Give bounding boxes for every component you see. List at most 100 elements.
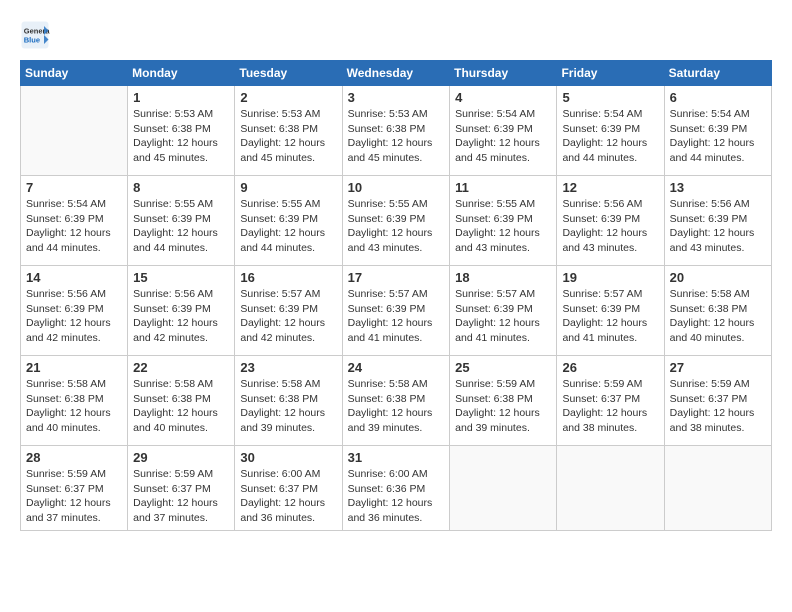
day-number: 12 — [562, 180, 658, 195]
day-info: Sunrise: 5:53 AMSunset: 6:38 PMDaylight:… — [348, 107, 445, 166]
day-info: Sunrise: 5:54 AMSunset: 6:39 PMDaylight:… — [455, 107, 551, 166]
calendar-cell: 13 Sunrise: 5:56 AMSunset: 6:39 PMDayligh… — [664, 176, 771, 266]
day-info: Sunrise: 5:59 AMSunset: 6:37 PMDaylight:… — [670, 377, 766, 436]
day-number: 26 — [562, 360, 658, 375]
calendar-dow-thursday: Thursday — [450, 61, 557, 86]
day-info: Sunrise: 5:58 AMSunset: 6:38 PMDaylight:… — [26, 377, 122, 436]
day-number: 19 — [562, 270, 658, 285]
day-number: 28 — [26, 450, 122, 465]
calendar-cell: 18 Sunrise: 5:57 AMSunset: 6:39 PMDayligh… — [450, 266, 557, 356]
day-number: 9 — [240, 180, 336, 195]
calendar-cell: 22 Sunrise: 5:58 AMSunset: 6:38 PMDayligh… — [128, 356, 235, 446]
calendar-cell: 30 Sunrise: 6:00 AMSunset: 6:37 PMDayligh… — [235, 446, 342, 531]
calendar-cell: 21 Sunrise: 5:58 AMSunset: 6:38 PMDayligh… — [21, 356, 128, 446]
calendar-week-row-1: 1 Sunrise: 5:53 AMSunset: 6:38 PMDaylight… — [21, 86, 772, 176]
day-number: 25 — [455, 360, 551, 375]
day-info: Sunrise: 5:58 AMSunset: 6:38 PMDaylight:… — [348, 377, 445, 436]
day-info: Sunrise: 5:54 AMSunset: 6:39 PMDaylight:… — [26, 197, 122, 256]
day-number: 23 — [240, 360, 336, 375]
day-info: Sunrise: 5:59 AMSunset: 6:37 PMDaylight:… — [26, 467, 122, 526]
day-number: 8 — [133, 180, 229, 195]
calendar-cell: 23 Sunrise: 5:58 AMSunset: 6:38 PMDayligh… — [235, 356, 342, 446]
calendar-cell: 20Sunrise: 5:58 AMSunset: 6:38 PMDayligh… — [664, 266, 771, 356]
day-info: Sunrise: 5:57 AMSunset: 6:39 PMDaylight:… — [240, 287, 336, 346]
calendar-cell: 12 Sunrise: 5:56 AMSunset: 6:39 PMDayligh… — [557, 176, 664, 266]
calendar-dow-wednesday: Wednesday — [342, 61, 450, 86]
day-number: 16 — [240, 270, 336, 285]
day-number: 10 — [348, 180, 445, 195]
day-info: Sunrise: 5:54 AMSunset: 6:39 PMDaylight:… — [562, 107, 658, 166]
day-number: 2 — [240, 90, 336, 105]
calendar-cell: 6Sunrise: 5:54 AMSunset: 6:39 PMDaylight… — [664, 86, 771, 176]
day-number: 14 — [26, 270, 122, 285]
day-number: 6 — [670, 90, 766, 105]
day-number: 24 — [348, 360, 445, 375]
day-info: Sunrise: 5:56 AMSunset: 6:39 PMDaylight:… — [670, 197, 766, 256]
calendar-cell: 25 Sunrise: 5:59 AMSunset: 6:38 PMDayligh… — [450, 356, 557, 446]
calendar-cell: 17 Sunrise: 5:57 AMSunset: 6:39 PMDayligh… — [342, 266, 450, 356]
calendar-cell: 9 Sunrise: 5:55 AMSunset: 6:39 PMDaylight… — [235, 176, 342, 266]
calendar-cell: 19 Sunrise: 5:57 AMSunset: 6:39 PMDayligh… — [557, 266, 664, 356]
day-info: Sunrise: 5:57 AMSunset: 6:39 PMDaylight:… — [562, 287, 658, 346]
page-header: General Blue — [20, 20, 772, 50]
day-number: 1 — [133, 90, 229, 105]
day-number: 3 — [348, 90, 445, 105]
day-number: 5 — [562, 90, 658, 105]
calendar-cell — [21, 86, 128, 176]
day-info: Sunrise: 5:59 AMSunset: 6:38 PMDaylight:… — [455, 377, 551, 436]
day-number: 22 — [133, 360, 229, 375]
calendar-cell: 5 Sunrise: 5:54 AMSunset: 6:39 PMDaylight… — [557, 86, 664, 176]
day-number: 18 — [455, 270, 551, 285]
calendar-cell: 16 Sunrise: 5:57 AMSunset: 6:39 PMDayligh… — [235, 266, 342, 356]
day-info: Sunrise: 6:00 AMSunset: 6:36 PMDaylight:… — [348, 467, 445, 526]
calendar-cell: 31 Sunrise: 6:00 AMSunset: 6:36 PMDayligh… — [342, 446, 450, 531]
day-info: Sunrise: 5:57 AMSunset: 6:39 PMDaylight:… — [348, 287, 445, 346]
day-info: Sunrise: 5:59 AMSunset: 6:37 PMDaylight:… — [562, 377, 658, 436]
day-number: 7 — [26, 180, 122, 195]
day-info: Sunrise: 6:00 AMSunset: 6:37 PMDaylight:… — [240, 467, 336, 526]
day-number: 29 — [133, 450, 229, 465]
day-number: 30 — [240, 450, 336, 465]
day-info: Sunrise: 5:55 AMSunset: 6:39 PMDaylight:… — [455, 197, 551, 256]
day-info: Sunrise: 5:53 AMSunset: 6:38 PMDaylight:… — [240, 107, 336, 166]
calendar-cell: 27 Sunrise: 5:59 AMSunset: 6:37 PMDayligh… — [664, 356, 771, 446]
day-number: 4 — [455, 90, 551, 105]
calendar-dow-saturday: Saturday — [664, 61, 771, 86]
calendar-header-row: SundayMondayTuesdayWednesdayThursdayFrid… — [21, 61, 772, 86]
calendar-cell — [557, 446, 664, 531]
calendar-cell: 11 Sunrise: 5:55 AMSunset: 6:39 PMDayligh… — [450, 176, 557, 266]
day-info: Sunrise: 5:55 AMSunset: 6:39 PMDaylight:… — [348, 197, 445, 256]
day-number: 27 — [670, 360, 766, 375]
logo: General Blue — [20, 20, 54, 50]
svg-text:Blue: Blue — [24, 36, 40, 45]
calendar-week-row-4: 21 Sunrise: 5:58 AMSunset: 6:38 PMDayligh… — [21, 356, 772, 446]
calendar-dow-friday: Friday — [557, 61, 664, 86]
day-number: 31 — [348, 450, 445, 465]
calendar-dow-tuesday: Tuesday — [235, 61, 342, 86]
day-number: 21 — [26, 360, 122, 375]
calendar-cell: 15Sunrise: 5:56 AMSunset: 6:39 PMDayligh… — [128, 266, 235, 356]
calendar-cell: 1Sunrise: 5:53 AMSunset: 6:38 PMDaylight… — [128, 86, 235, 176]
day-info: Sunrise: 5:58 AMSunset: 6:38 PMDaylight:… — [133, 377, 229, 436]
day-number: 13 — [670, 180, 766, 195]
calendar-cell: 24 Sunrise: 5:58 AMSunset: 6:38 PMDayligh… — [342, 356, 450, 446]
calendar-cell: 3 Sunrise: 5:53 AMSunset: 6:38 PMDaylight… — [342, 86, 450, 176]
calendar-dow-sunday: Sunday — [21, 61, 128, 86]
calendar-cell: 8 Sunrise: 5:55 AMSunset: 6:39 PMDaylight… — [128, 176, 235, 266]
calendar-cell: 7 Sunrise: 5:54 AMSunset: 6:39 PMDaylight… — [21, 176, 128, 266]
day-number: 11 — [455, 180, 551, 195]
day-number: 20 — [670, 270, 766, 285]
day-number: 17 — [348, 270, 445, 285]
day-info: Sunrise: 5:55 AMSunset: 6:39 PMDaylight:… — [133, 197, 229, 256]
calendar-cell: 14 Sunrise: 5:56 AMSunset: 6:39 PMDayligh… — [21, 266, 128, 356]
day-info: Sunrise: 5:56 AMSunset: 6:39 PMDaylight:… — [26, 287, 122, 346]
day-info: Sunrise: 5:58 AMSunset: 6:38 PMDaylight:… — [240, 377, 336, 436]
calendar-week-row-5: 28 Sunrise: 5:59 AMSunset: 6:37 PMDayligh… — [21, 446, 772, 531]
calendar-cell: 10 Sunrise: 5:55 AMSunset: 6:39 PMDayligh… — [342, 176, 450, 266]
day-info: Sunrise: 5:59 AMSunset: 6:37 PMDaylight:… — [133, 467, 229, 526]
logo-icon: General Blue — [20, 20, 50, 50]
calendar-week-row-3: 14 Sunrise: 5:56 AMSunset: 6:39 PMDayligh… — [21, 266, 772, 356]
day-info: Sunrise: 5:55 AMSunset: 6:39 PMDaylight:… — [240, 197, 336, 256]
day-info: Sunrise: 5:57 AMSunset: 6:39 PMDaylight:… — [455, 287, 551, 346]
day-info: Sunrise: 5:56 AMSunset: 6:39 PMDaylight:… — [562, 197, 658, 256]
